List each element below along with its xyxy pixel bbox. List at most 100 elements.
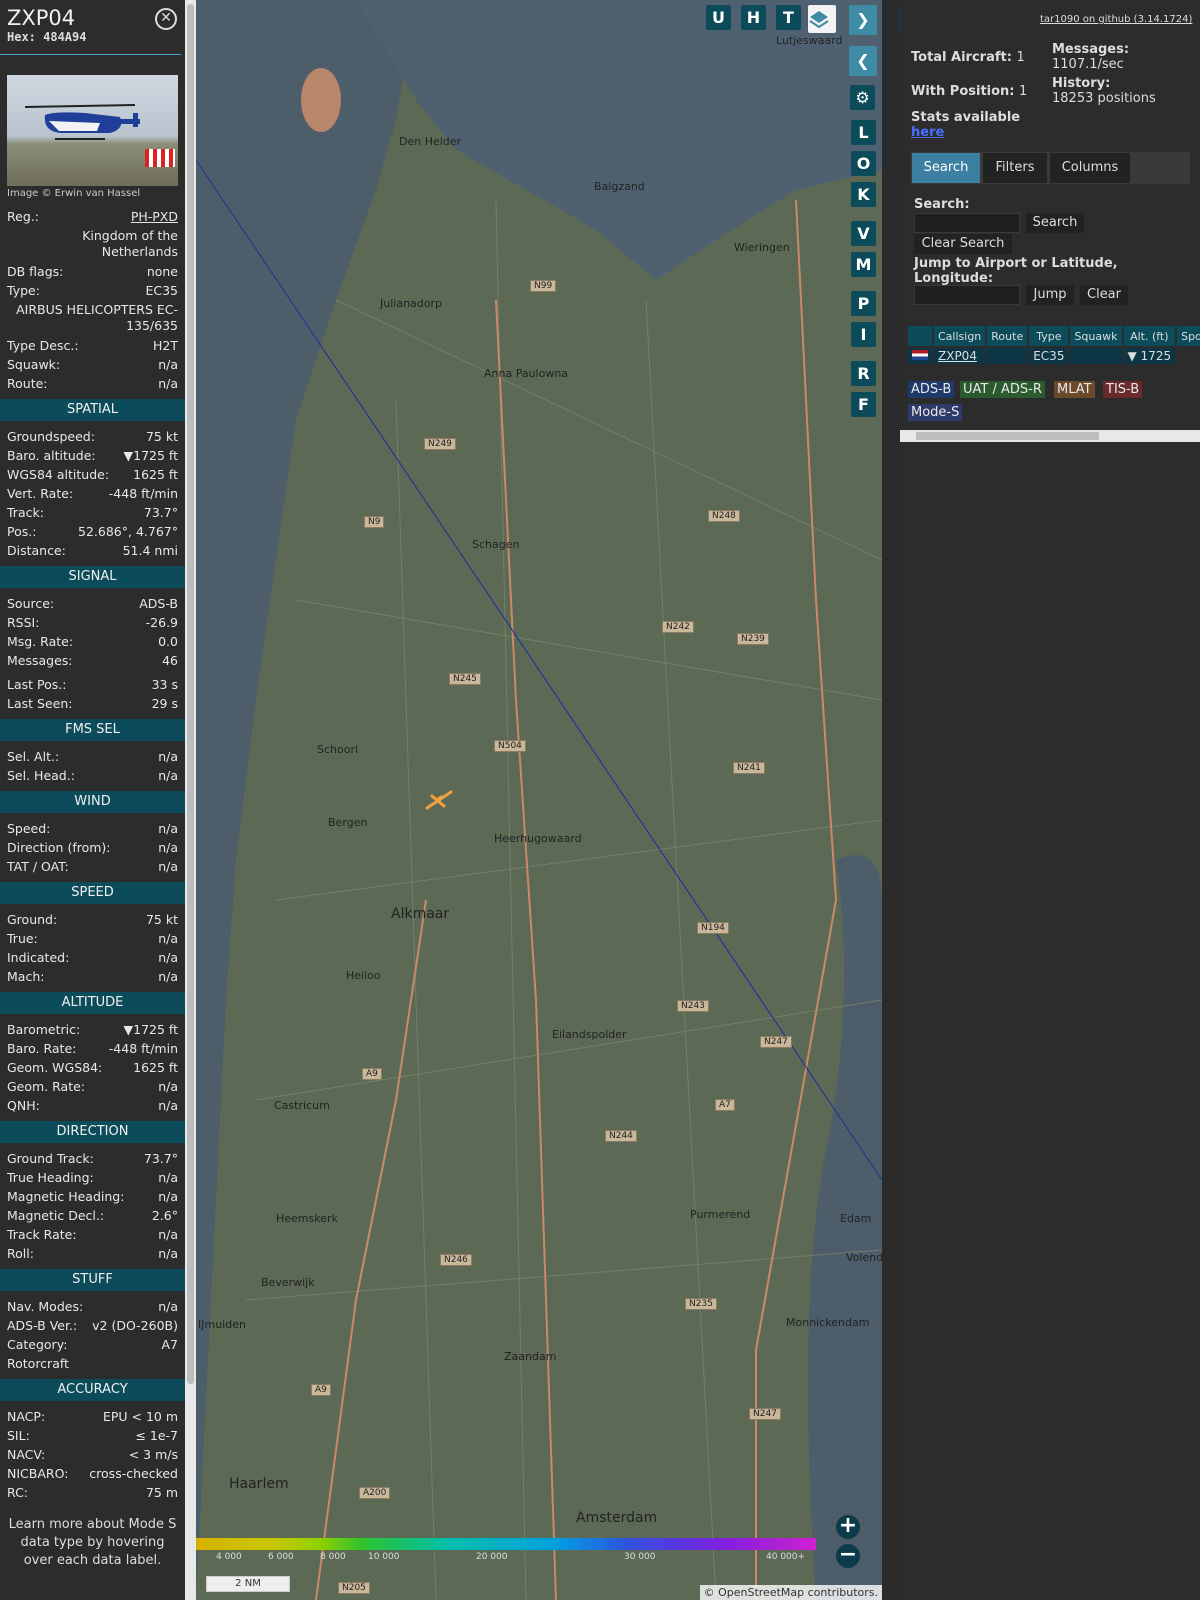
cell-callsign[interactable]: ZXP04	[934, 348, 986, 364]
info-row-value[interactable]: PH-PXD	[131, 207, 178, 226]
map-toggle-t[interactable]: T	[776, 5, 801, 30]
info-row-label: Baro. Rate:	[7, 1041, 77, 1056]
map-toggle-l[interactable]: L	[851, 120, 876, 145]
table-hscrollbar[interactable]	[900, 430, 1200, 442]
zoom-in-button[interactable]: +	[836, 1515, 860, 1539]
tab-search[interactable]: Search	[912, 153, 980, 183]
clear-search-button[interactable]: Clear Search	[914, 234, 1012, 254]
zoom-out-button[interactable]: −	[836, 1544, 860, 1568]
table-hscrollbar-thumb[interactable]	[916, 432, 1099, 440]
map-toggle-o[interactable]: O	[851, 151, 876, 176]
info-row-label: Distance:	[7, 543, 66, 558]
close-icon[interactable]: ✕	[155, 8, 177, 30]
info-row-label: QNH:	[7, 1098, 40, 1113]
info-row-value: 75 kt	[145, 429, 178, 444]
road-label: N243	[677, 1000, 709, 1012]
layers-icon[interactable]	[808, 5, 836, 33]
map-toggle-m[interactable]: M	[851, 252, 876, 277]
info-row-value: 75 kt	[145, 912, 178, 927]
stats-link[interactable]: here	[911, 125, 944, 140]
chevron-left-icon[interactable]: ❮	[849, 46, 877, 76]
selected-hex: Hex: 484A94	[7, 30, 87, 44]
search-button[interactable]: Search	[1026, 213, 1084, 233]
info-row: Reg.: PH-PXD	[0, 207, 185, 226]
column-header[interactable]: Alt. (ft)	[1123, 326, 1176, 346]
info-row-label: Track:	[7, 505, 44, 520]
map-toggle-i[interactable]: I	[851, 322, 876, 347]
info-row-value: n/a	[158, 931, 178, 946]
column-header[interactable]: Type	[1029, 326, 1069, 346]
info-row-value: n/a	[158, 1227, 178, 1242]
section-header-fms-sel: FMS SEL	[0, 719, 185, 741]
selected-aircraft-icon[interactable]	[424, 788, 454, 812]
table-row[interactable]: ZXP04 EC35 ▼ 1725	[908, 348, 1200, 364]
altitude-colorbar	[196, 1538, 816, 1550]
map-toggle-k[interactable]: K	[851, 182, 876, 207]
info-row: Category: A7	[0, 1335, 185, 1354]
info-row-label: NACV:	[7, 1447, 46, 1462]
info-row-label: Ground:	[7, 912, 58, 927]
clear-button[interactable]: Clear	[1080, 285, 1128, 305]
info-row: Sel. Head.: n/a	[0, 766, 185, 785]
tab-bar: Search Filters Columns	[911, 152, 1190, 184]
github-link[interactable]: tar1090 on github (3.14.1724)	[1040, 14, 1192, 25]
info-row: Last Seen: 29 s	[0, 694, 185, 713]
info-row: Messages: 46	[0, 651, 185, 670]
map-toggle-r[interactable]: R	[851, 361, 876, 386]
map-place-label: Haarlem	[229, 1476, 289, 1492]
map-toggle-v[interactable]: V	[851, 221, 876, 246]
settings-gear-icon[interactable]: ⚙	[850, 85, 875, 110]
info-header: ZXP04 Hex: 484A94 ✕	[0, 0, 181, 55]
tab-filters[interactable]: Filters	[983, 153, 1047, 183]
jump-button[interactable]: Jump	[1026, 285, 1074, 305]
info-row-value: cross-checked	[89, 1466, 178, 1481]
map-toggle-f[interactable]: F	[851, 392, 876, 417]
map-toggle-u[interactable]: U	[706, 5, 731, 30]
map-toggle-h[interactable]: H	[741, 5, 766, 30]
info-row-value: EC35	[145, 283, 178, 298]
map-toggle-p[interactable]: P	[851, 291, 876, 316]
info-row: Squawk: n/a	[0, 355, 185, 374]
info-row-value: n/a	[158, 840, 178, 855]
info-row-value: 1625 ft	[133, 467, 178, 482]
info-row-label: Groundspeed:	[7, 429, 95, 444]
table-header: Callsign Route Type Squawk Alt. (ft) Spd	[908, 326, 1200, 346]
source-badge: Mode-S	[908, 404, 963, 421]
tab-columns[interactable]: Columns	[1050, 153, 1130, 183]
column-header[interactable]: Spd	[1177, 326, 1200, 346]
info-row: Rotorcraft	[0, 1354, 185, 1373]
barrier-decoration	[145, 149, 175, 167]
colorbar-tick: 20 000	[476, 1552, 508, 1562]
section-header-stuff: STUFF	[0, 1269, 185, 1291]
info-row-value: AIRBUS HELICOPTERS EC-135/635	[16, 302, 178, 333]
column-header[interactable]: Squawk	[1070, 326, 1122, 346]
map-place-label: Anna Paulowna	[484, 367, 569, 380]
info-row-label: Type Desc.:	[7, 338, 79, 353]
section-header-spatial: SPATIAL	[0, 399, 185, 421]
column-header[interactable]: Callsign	[934, 326, 986, 346]
colorbar-ticks: 4 000 6 000 8 000 10 000 20 000 30 000 40 000+	[196, 1552, 836, 1566]
info-row-label: Msg. Rate:	[7, 634, 74, 649]
info-row: Ground: 75 kt	[0, 910, 185, 929]
map-place-label: Den Helder	[399, 135, 462, 148]
info-row-value: n/a	[158, 859, 178, 874]
info-row-value: H2T	[153, 338, 178, 353]
with-position-value: 1	[1019, 84, 1028, 99]
info-row-label: True:	[7, 931, 38, 946]
column-header[interactable]	[908, 326, 932, 346]
info-row-label: ADS-B Ver.:	[7, 1318, 78, 1333]
info-scrollbar-thumb[interactable]	[187, 4, 194, 1384]
column-header[interactable]: Route	[987, 326, 1028, 346]
map-place-label: Balgzand	[594, 180, 645, 193]
info-row: Baro. Rate: -448 ft/min	[0, 1039, 185, 1058]
chevron-right-icon[interactable]: ❯	[849, 5, 877, 35]
info-row: RC: 75 m	[0, 1483, 185, 1502]
jump-input[interactable]	[914, 285, 1020, 305]
info-row-label: Direction (from):	[7, 840, 111, 855]
map[interactable]: Den Helder Julianadorp Anna Paulowna Wierin…	[196, 0, 882, 1600]
info-row: WGS84 altitude: 1625 ft	[0, 465, 185, 484]
aircraft-info-panel: ZXP04 Hex: 484A94 ✕ Image © Erwin van Ha…	[0, 0, 185, 1600]
search-input[interactable]	[914, 213, 1020, 233]
info-scrollbar[interactable]	[185, 0, 196, 1600]
info-row: Kingdom of the Netherlands	[0, 226, 185, 262]
